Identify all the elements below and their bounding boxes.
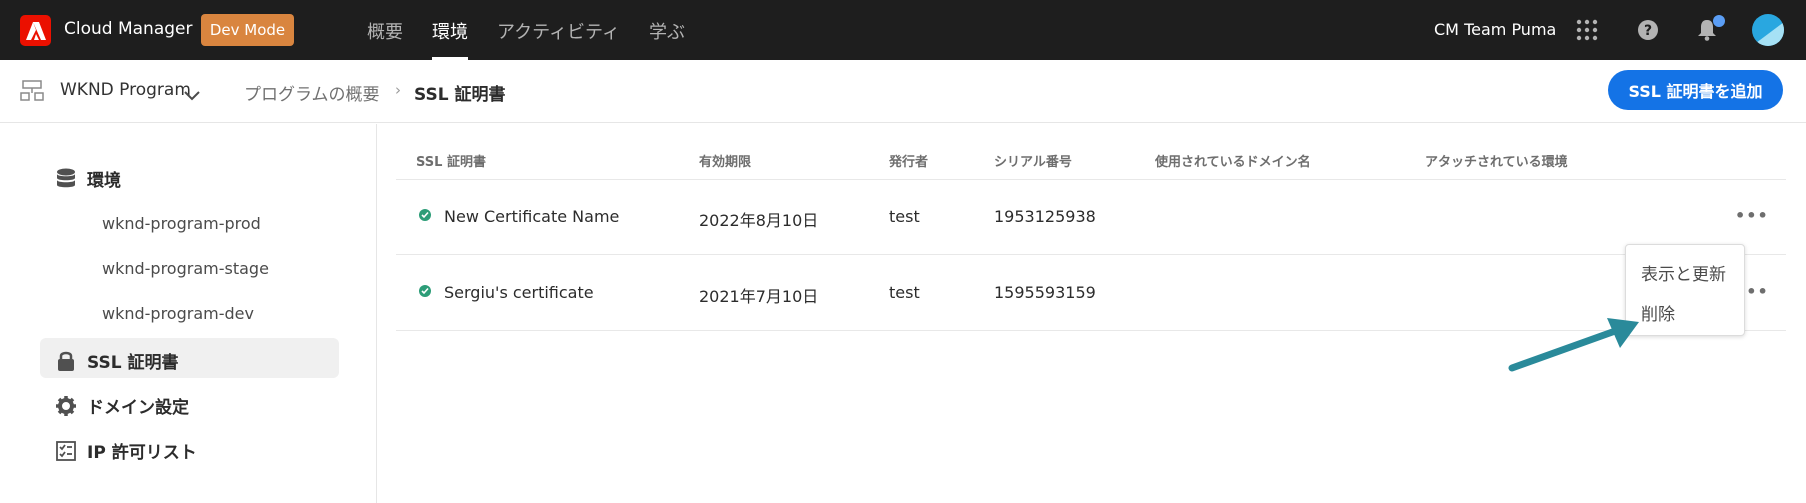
sidebar-environments-label: 環境 <box>87 171 121 191</box>
certificate-expiry: 2021年7月10日 <box>699 287 819 306</box>
annotation-arrow-icon <box>1508 318 1639 372</box>
sidebar-item-environments[interactable]: 環境 <box>55 166 121 191</box>
certificate-expiry: 2022年8月10日 <box>699 211 819 230</box>
gear-icon <box>55 395 77 417</box>
menu-item-view-update[interactable]: 表示と更新 <box>1641 260 1726 285</box>
sidebar-item-env-prod[interactable]: wknd-program-prod <box>102 214 261 233</box>
nav-environments[interactable]: 環境 <box>432 18 468 44</box>
column-header-serial[interactable]: シリアル番号 <box>994 151 1072 170</box>
certificate-serial: 1953125938 <box>994 207 1096 226</box>
program-icon <box>20 80 44 106</box>
sidebar-item-env-stage[interactable]: wknd-program-stage <box>102 259 269 278</box>
top-bar: Cloud Manager Dev Mode 概要 環境 アクティビティ 学ぶ … <box>0 0 1806 60</box>
adobe-logo-icon[interactable] <box>20 15 51 46</box>
database-icon <box>55 168 77 190</box>
lock-icon <box>55 350 77 372</box>
breadcrumb-program-overview[interactable]: プログラムの概要 <box>244 80 380 105</box>
checklist-icon <box>55 440 77 462</box>
column-header-expiry[interactable]: 有効期限 <box>699 151 751 170</box>
app-title[interactable]: Cloud Manager <box>64 19 192 39</box>
nav-learn[interactable]: 学ぶ <box>649 18 685 44</box>
nav-overview[interactable]: 概要 <box>367 18 403 44</box>
help-icon[interactable]: ? <box>1637 19 1659 45</box>
add-ssl-certificate-button[interactable]: SSL 証明書を追加 <box>1608 70 1783 110</box>
certificate-issuer: test <box>889 207 920 226</box>
more-actions-icon[interactable]: ••• <box>1735 206 1769 225</box>
row-divider <box>396 254 1786 255</box>
sidebar-domain-label: ドメイン設定 <box>87 398 189 418</box>
chevron-down-icon[interactable] <box>184 86 200 105</box>
sidebar-item-ip-allow-list[interactable]: IP 許可リスト <box>55 438 197 463</box>
program-name[interactable]: WKND Program <box>60 80 191 100</box>
sidebar-item-env-dev[interactable]: wknd-program-dev <box>102 304 254 323</box>
column-header-environments[interactable]: アタッチされている環境 <box>1425 151 1568 170</box>
sidebar-item-domain-settings[interactable]: ドメイン設定 <box>55 393 189 418</box>
table-header-divider <box>396 179 1786 180</box>
apps-grid-icon[interactable] <box>1576 19 1598 45</box>
svg-text:?: ? <box>1644 23 1652 39</box>
dev-mode-badge[interactable]: Dev Mode <box>201 14 294 46</box>
nav-activity[interactable]: アクティビティ <box>497 18 620 44</box>
column-header-issuer[interactable]: 発行者 <box>889 151 928 170</box>
column-header-certificate[interactable]: SSL 証明書 <box>416 151 486 170</box>
sidebar-ssl-label: SSL 証明書 <box>87 353 179 373</box>
notification-badge <box>1713 15 1725 27</box>
certificate-name[interactable]: Sergiu's certificate <box>444 283 594 302</box>
column-header-domains[interactable]: 使用されているドメイン名 <box>1155 151 1311 170</box>
certificate-name[interactable]: New Certificate Name <box>444 207 619 226</box>
team-name[interactable]: CM Team Puma <box>1434 20 1556 39</box>
breadcrumb-current: SSL 証明書 <box>414 85 506 105</box>
breadcrumb-separator-icon: › <box>395 81 401 99</box>
sidebar-item-ssl-certificates[interactable]: SSL 証明書 <box>55 348 178 373</box>
sub-header: WKND Program プログラムの概要 › SSL 証明書 SSL 証明書を… <box>0 60 1806 123</box>
certificate-serial: 1595593159 <box>994 283 1096 302</box>
avatar[interactable] <box>1752 14 1784 46</box>
sidebar-ip-label: IP 許可リスト <box>87 443 197 463</box>
certificate-issuer: test <box>889 283 920 302</box>
status-check-icon <box>419 285 431 297</box>
status-check-icon <box>419 209 431 221</box>
